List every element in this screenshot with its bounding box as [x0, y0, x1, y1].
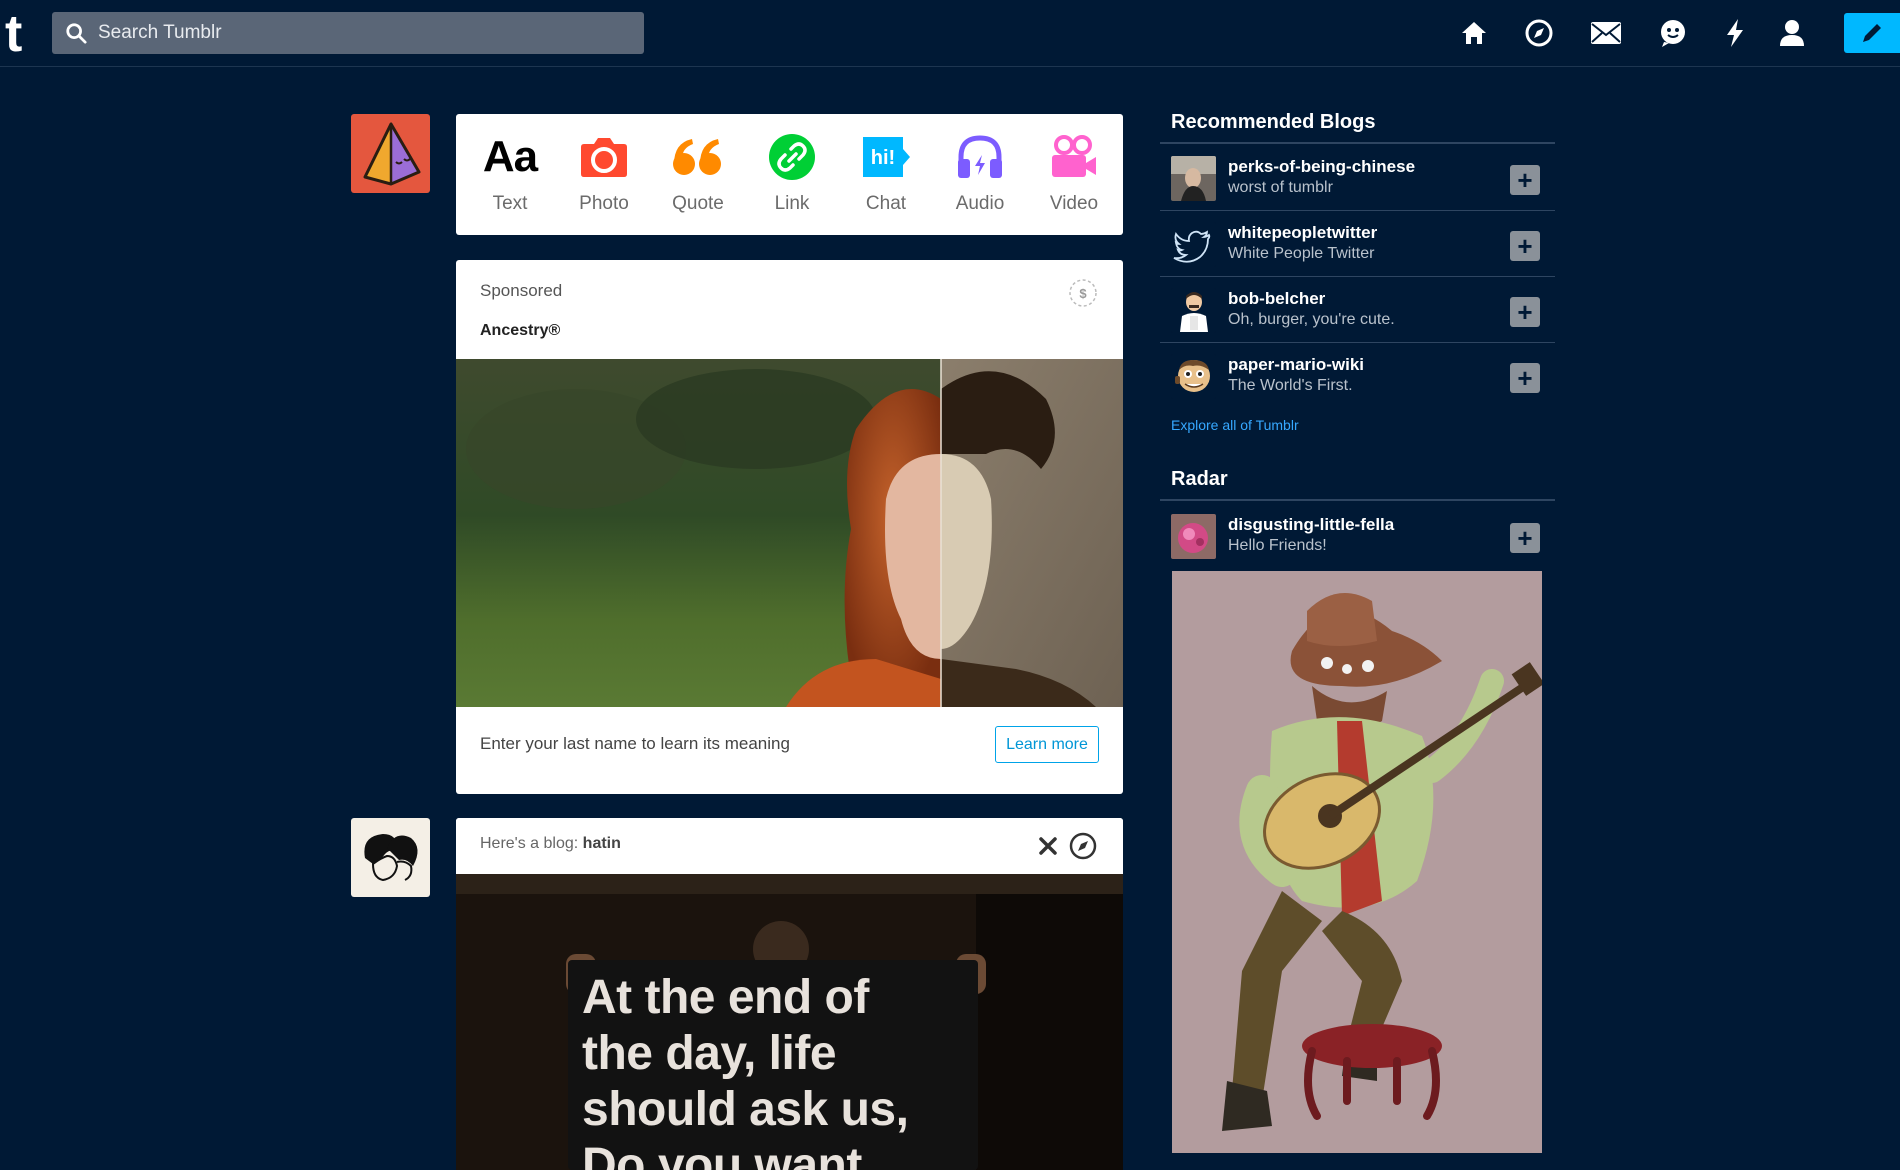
account-icon[interactable]	[1775, 16, 1809, 50]
activity-icon[interactable]	[1718, 16, 1752, 50]
image-text-line: the day, life	[582, 1027, 837, 1080]
suggested-blog-avatar[interactable]	[351, 818, 430, 897]
blog-name[interactable]: perks-of-being-chinese	[1228, 157, 1415, 177]
close-icon[interactable]	[1036, 834, 1060, 858]
post-type-bar: Aa Text Photo Quote Link hi! Chat Audio	[456, 114, 1123, 235]
text-icon: Aa	[482, 132, 538, 181]
ad-image[interactable]	[456, 359, 1123, 707]
svg-text:$: $	[1079, 286, 1087, 301]
recommended-blog-row[interactable]: perks-of-being-chinese worst of tumblr +	[1160, 145, 1555, 211]
recommended-blogs-title: Recommended Blogs	[1171, 111, 1376, 133]
blog-description: White People Twitter	[1228, 245, 1375, 262]
twitter-bird-icon	[1171, 222, 1216, 267]
chat-icon: hi!	[846, 132, 926, 182]
post-type-audio[interactable]: Audio	[940, 132, 1020, 222]
blog-name[interactable]: disgusting-little-fella	[1228, 515, 1394, 535]
post-type-quote[interactable]: Quote	[658, 132, 738, 222]
image-text-line: should ask us,	[582, 1083, 909, 1136]
link-icon	[752, 132, 832, 182]
pencil-icon	[1863, 24, 1881, 42]
explore-icon[interactable]	[1522, 16, 1556, 50]
explore-all-link[interactable]: Explore all of Tumblr	[1171, 417, 1299, 433]
follow-button[interactable]: +	[1510, 231, 1540, 261]
post-type-video[interactable]: Video	[1034, 132, 1114, 222]
suggestion-header: Here's a blog: hatin	[456, 818, 1123, 874]
user-avatar[interactable]	[351, 114, 430, 193]
search-input[interactable]	[98, 12, 628, 54]
search-box[interactable]	[52, 12, 644, 54]
blog-suggestion-card: Here's a blog: hatin At the end of the d…	[456, 818, 1123, 1170]
post-type-chat[interactable]: hi! Chat	[846, 132, 926, 222]
blog-description: Hello Friends!	[1228, 537, 1327, 554]
recommended-blog-row[interactable]: bob-belcher Oh, burger, you're cute. +	[1160, 277, 1555, 343]
camera-icon	[564, 132, 644, 182]
messages-icon[interactable]	[1656, 16, 1690, 50]
top-navigation-bar: t	[0, 0, 1900, 67]
quote-icon	[658, 132, 738, 182]
radar-title: Radar	[1171, 468, 1228, 490]
svg-text:hi!: hi!	[871, 147, 895, 169]
explore-icon[interactable]	[1068, 831, 1098, 861]
suggested-post-image[interactable]: At the end of the day, life should ask u…	[456, 874, 1123, 1170]
blog-avatar[interactable]	[1171, 156, 1216, 201]
ad-caption: Enter your last name to learn its meanin…	[480, 734, 790, 753]
follow-button[interactable]: +	[1510, 363, 1540, 393]
recommended-blog-row[interactable]: whitepeopletwitter White People Twitter …	[1160, 211, 1555, 277]
advertiser-name[interactable]: Ancestry®	[480, 322, 560, 340]
blog-name[interactable]: paper-mario-wiki	[1228, 355, 1364, 375]
home-icon[interactable]	[1457, 16, 1491, 50]
sponsored-dollar-icon[interactable]: $	[1066, 276, 1100, 310]
radar-blog-row[interactable]: disgusting-little-fella Hello Friends! +	[1160, 503, 1555, 569]
blog-avatar[interactable]	[1171, 222, 1216, 267]
divider	[1160, 142, 1555, 144]
learn-more-button[interactable]: Learn more	[995, 726, 1099, 763]
suggestion-prefix: Here's a blog:	[480, 835, 579, 852]
sponsored-post: Sponsored Ancestry® $ Enter your last na…	[456, 260, 1123, 794]
blog-avatar[interactable]	[1171, 288, 1216, 333]
headphones-icon	[940, 132, 1020, 182]
suggested-blog-name[interactable]: hatin	[583, 835, 621, 852]
divider	[1160, 499, 1555, 501]
tumblr-logo[interactable]: t	[5, 8, 39, 60]
blog-avatar[interactable]	[1171, 354, 1216, 399]
video-camera-icon	[1034, 132, 1114, 182]
sponsored-label: Sponsored	[480, 281, 563, 300]
recommended-blog-row[interactable]: paper-mario-wiki The World's First. +	[1160, 343, 1555, 409]
image-text-line: At the end of	[582, 971, 869, 1024]
blog-name[interactable]: bob-belcher	[1228, 289, 1325, 309]
post-type-text[interactable]: Aa Text	[470, 132, 550, 222]
follow-button[interactable]: +	[1510, 165, 1540, 195]
image-text-line: Do you want	[582, 1139, 862, 1170]
radar-post-image[interactable]	[1172, 571, 1542, 1153]
blog-name[interactable]: whitepeopletwitter	[1228, 223, 1377, 243]
blog-description: Oh, burger, you're cute.	[1228, 311, 1395, 328]
blog-description: The World's First.	[1228, 377, 1353, 394]
blog-avatar[interactable]	[1171, 514, 1216, 559]
follow-button[interactable]: +	[1510, 297, 1540, 327]
inbox-icon[interactable]	[1589, 16, 1623, 50]
follow-button[interactable]: +	[1510, 523, 1540, 553]
blog-description: worst of tumblr	[1228, 179, 1333, 196]
compose-button[interactable]	[1844, 13, 1900, 53]
post-type-photo[interactable]: Photo	[564, 132, 644, 222]
post-type-link[interactable]: Link	[752, 132, 832, 222]
search-icon	[66, 23, 87, 44]
